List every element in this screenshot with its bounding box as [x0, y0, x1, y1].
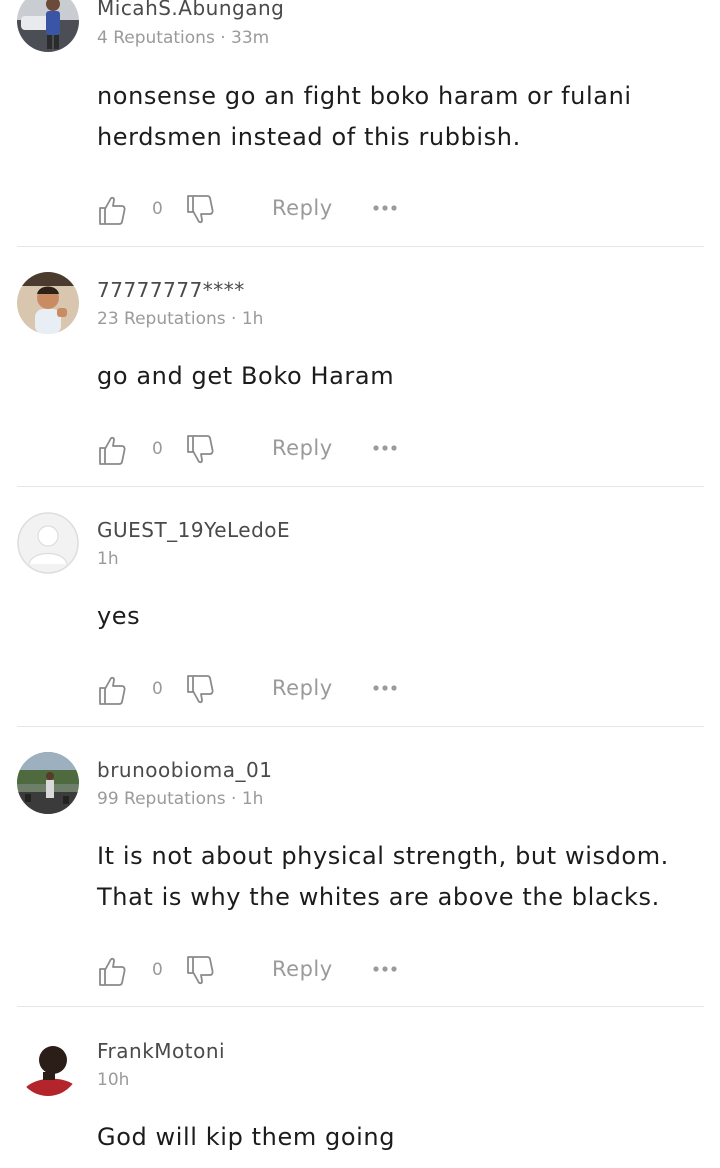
avatar[interactable] — [17, 752, 79, 814]
thumbs-up-icon[interactable] — [97, 674, 127, 706]
like-count: 0 — [152, 439, 163, 459]
username[interactable]: FrankMotoni — [97, 1039, 225, 1063]
comment-text: go and get Boko Haram — [97, 362, 395, 390]
comment-meta: 10h — [97, 1070, 130, 1090]
username[interactable]: brunoobioma_01 — [97, 758, 272, 782]
username[interactable]: GUEST_19YeLedoE — [97, 518, 290, 542]
reply-button[interactable]: Reply — [272, 436, 333, 460]
more-options-icon[interactable] — [372, 202, 398, 214]
reply-button[interactable]: Reply — [272, 196, 333, 220]
more-options-icon[interactable] — [372, 682, 398, 694]
comment-meta: 1h — [97, 549, 119, 569]
thumbs-up-icon[interactable] — [97, 434, 127, 466]
comment-text: yes — [97, 602, 141, 630]
comment-text: It is not about physical strength, but w… — [97, 842, 669, 911]
avatar[interactable] — [17, 0, 79, 52]
comment-meta: 23 Reputations · 1h — [97, 309, 264, 329]
comment-text: God will kip them going — [97, 1123, 396, 1151]
thumbs-down-icon[interactable] — [185, 955, 215, 987]
reply-button[interactable]: Reply — [272, 957, 333, 981]
more-options-icon[interactable] — [372, 963, 398, 975]
comment-meta: 99 Reputations · 1h — [97, 789, 264, 809]
divider — [17, 726, 704, 727]
thumbs-down-icon[interactable] — [185, 674, 215, 706]
comment-meta: 4 Reputations · 33m — [97, 28, 270, 48]
thumbs-up-icon[interactable] — [97, 194, 127, 226]
thumbs-down-icon[interactable] — [185, 194, 215, 226]
thumbs-up-icon[interactable] — [97, 955, 127, 987]
divider — [17, 486, 704, 487]
username[interactable]: 77777777**** — [97, 278, 245, 302]
like-count: 0 — [152, 960, 163, 980]
more-options-icon[interactable] — [372, 442, 398, 454]
avatar[interactable] — [17, 272, 79, 334]
comment-actions: 0 Reply — [97, 194, 417, 228]
comment-actions: 0 Reply — [97, 955, 417, 989]
reply-button[interactable]: Reply — [272, 676, 333, 700]
like-count: 0 — [152, 679, 163, 699]
username[interactable]: MicahS.Abungang — [97, 0, 284, 20]
comment-actions: 0 Reply — [97, 434, 417, 468]
comment-text: nonsense go an fight boko haram or fulan… — [97, 82, 632, 151]
divider — [17, 1006, 704, 1007]
thumbs-down-icon[interactable] — [185, 434, 215, 466]
comment-actions: 0 Reply — [97, 674, 417, 708]
avatar[interactable] — [17, 512, 79, 574]
avatar[interactable] — [17, 1034, 79, 1096]
like-count: 0 — [152, 199, 163, 219]
divider — [17, 246, 704, 247]
